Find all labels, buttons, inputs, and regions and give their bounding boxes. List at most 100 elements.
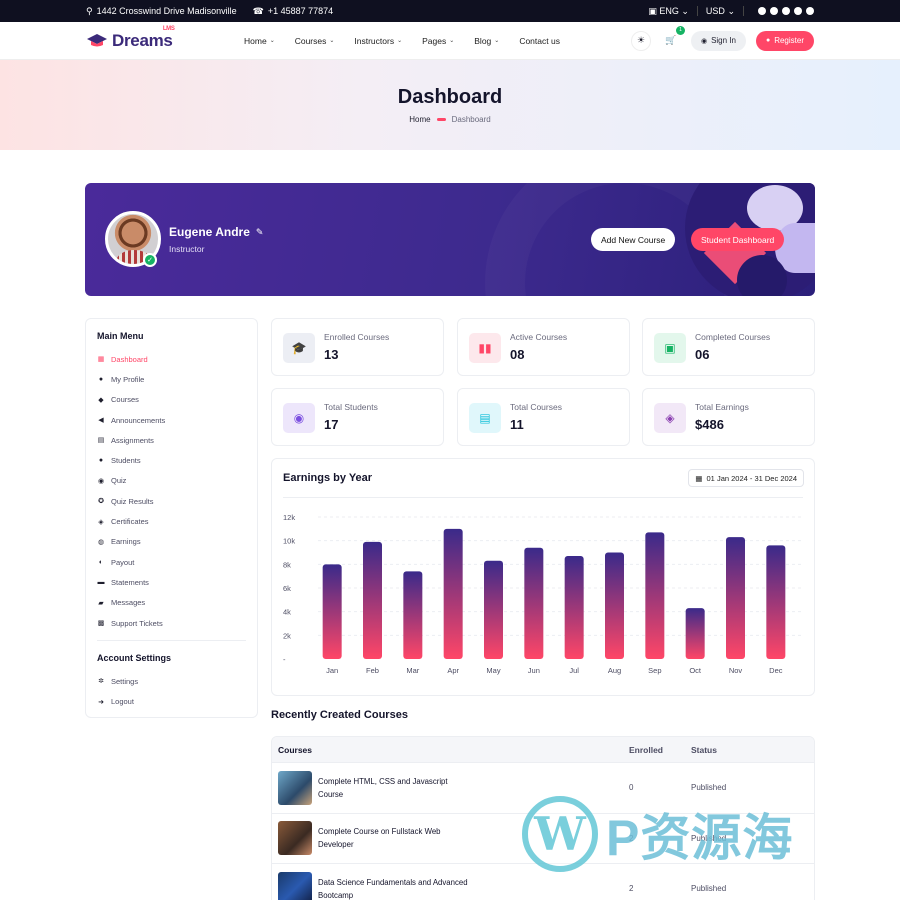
bar-apr[interactable]	[443, 528, 463, 659]
sidebar-item-quiz[interactable]: ◉ Quiz	[97, 471, 246, 491]
x-tick-label: Sep	[648, 666, 661, 675]
chevron-down-icon: ⌄	[449, 38, 455, 44]
y-tick-label: -	[283, 655, 286, 664]
sidebar-item-announcements[interactable]: ◀ Announcements	[97, 410, 246, 430]
sidebar-item-settings[interactable]: ✲ Settings	[97, 671, 246, 691]
bar-sep[interactable]	[645, 532, 665, 659]
sidebar-item-courses[interactable]: ◆ Courses	[97, 390, 246, 410]
wordpress-logo-icon: W	[522, 796, 598, 872]
sidebar-item-my-profile[interactable]: ● My Profile	[97, 369, 246, 389]
stat-value: 08	[510, 347, 525, 362]
sidebar-item-label: Support Tickets	[111, 618, 163, 628]
book-open-icon: ▮▮	[469, 333, 501, 363]
bar-mar[interactable]	[403, 571, 423, 659]
course-name[interactable]: Complete Course on Fullstack Web Develop…	[318, 825, 468, 851]
sidebar-item-assignments[interactable]: ▤ Assignments	[97, 430, 246, 450]
y-tick-label: 2k	[283, 631, 291, 640]
bar-nov[interactable]	[726, 537, 745, 659]
sidebar-item-support-tickets[interactable]: ▩ Support Tickets	[97, 613, 246, 633]
register-button[interactable]: ● Register	[755, 30, 814, 51]
sidebar-item-label: Logout	[111, 697, 134, 707]
x-tick-label: Oct	[689, 666, 702, 675]
sidebar-item-label: Certificates	[111, 517, 149, 527]
phone-info[interactable]: ☎ +1 45887 77874	[253, 6, 334, 17]
x-twitter-icon[interactable]	[782, 7, 790, 15]
stat-card-total-courses: ▤ Total Courses 11	[457, 388, 630, 446]
bar-jul[interactable]	[564, 556, 584, 659]
rocket-icon: ◆	[98, 396, 104, 404]
currency-selector[interactable]: USD ⌄	[706, 6, 735, 17]
stat-card-enrolled-courses: 🎓 Enrolled Courses 13	[271, 318, 444, 376]
chevron-down-icon: ⌄	[494, 38, 500, 44]
stat-card-completed-courses: ▣ Completed Courses 06	[642, 318, 815, 376]
status-text: Published	[691, 884, 727, 894]
youtube-icon[interactable]	[794, 7, 802, 15]
bar-feb[interactable]	[363, 541, 382, 659]
sidebar-item-payout[interactable]: ◐ Payout	[97, 552, 246, 572]
facebook-icon[interactable]	[758, 7, 766, 15]
megaphone-icon: ◀	[98, 417, 104, 425]
course-thumbnail[interactable]	[278, 821, 312, 856]
sidebar-item-statements[interactable]: ▬ Statements	[97, 572, 246, 592]
bar-oct[interactable]	[685, 608, 705, 659]
sign-in-button[interactable]: ◉ Sign In	[690, 30, 746, 51]
student-dashboard-button[interactable]: Student Dashboard	[691, 228, 785, 251]
stat-label: Active Courses	[510, 332, 568, 342]
profile-name-text: Eugene Andre	[169, 225, 250, 239]
sidebar-item-earnings[interactable]: ◍ Earnings	[97, 532, 246, 552]
nav-item-home[interactable]: Home ⌄	[244, 36, 275, 46]
nav-item-contact-us[interactable]: Contact us	[519, 36, 560, 46]
y-tick-label: 8k	[283, 560, 291, 569]
linkedin-icon[interactable]	[806, 7, 814, 15]
theme-toggle-button[interactable]: ☀	[630, 30, 651, 51]
user-plus-icon: ●	[765, 37, 771, 44]
nav-item-pages[interactable]: Pages ⌄	[422, 36, 454, 46]
y-tick-label: 6k	[283, 584, 291, 593]
nav-item-instructors[interactable]: Instructors ⌄	[354, 36, 402, 46]
sidebar-item-quiz-results[interactable]: ✪ Quiz Results	[97, 491, 246, 511]
sidebar-item-label: Quiz	[111, 476, 127, 486]
sidebar-item-messages[interactable]: ▰ Messages	[97, 593, 246, 613]
sidebar-item-logout[interactable]: ➜ Logout	[97, 691, 246, 711]
course-name[interactable]: Complete HTML, CSS and Javascript Course	[318, 775, 468, 801]
nav-item-blog[interactable]: Blog ⌄	[474, 36, 499, 46]
bar-may[interactable]	[484, 560, 503, 659]
divider	[283, 497, 803, 498]
medal-icon: ◉	[97, 477, 105, 485]
nav-label: Contact us	[519, 35, 560, 46]
earnings-icon: ◈	[654, 403, 686, 433]
sidebar-item-label: Messages	[111, 598, 146, 608]
bar-jan[interactable]	[322, 564, 342, 659]
x-tick-label: Aug	[608, 666, 621, 675]
sign-in-label: Sign In	[711, 36, 736, 45]
sidebar-item-students[interactable]: ● Students	[97, 450, 246, 470]
breadcrumb-home[interactable]: Home	[409, 115, 430, 124]
graduation-cap-logo-icon	[87, 33, 107, 46]
verified-check-icon: ✓	[143, 253, 157, 267]
y-tick-label: 4k	[283, 608, 291, 617]
nav-item-courses[interactable]: Courses ⌄	[295, 36, 335, 46]
payout-icon: ◐	[98, 558, 104, 566]
language-selector[interactable]: ▣ ENG ⌄	[648, 6, 689, 17]
chevron-down-icon: ⌄	[269, 38, 275, 44]
logo[interactable]: Dreams LMS	[86, 26, 236, 51]
nav-label: Home	[244, 35, 267, 46]
sidebar-item-certificates[interactable]: ◈ Certificates	[97, 511, 246, 531]
instagram-icon[interactable]	[770, 7, 778, 15]
cart-button[interactable]: 🛒 1	[661, 25, 685, 51]
stat-label: Total Courses	[510, 402, 562, 412]
bar-jun[interactable]	[524, 547, 544, 659]
add-new-course-button[interactable]: Add New Course	[591, 228, 676, 251]
sidebar-item-dashboard[interactable]: ▦ Dashboard	[97, 349, 246, 369]
course-thumbnail[interactable]	[278, 770, 312, 805]
course-thumbnail[interactable]	[278, 871, 312, 900]
edit-pencil-icon[interactable]: ✎	[256, 227, 264, 238]
x-tick-label: Feb	[366, 666, 379, 675]
bar-dec[interactable]	[766, 545, 786, 659]
x-tick-label: Mar	[406, 666, 419, 675]
bar-aug[interactable]	[605, 552, 624, 660]
date-range-picker[interactable]: ▦ 01 Jan 2024 - 31 Dec 2024	[688, 469, 804, 487]
course-name[interactable]: Data Science Fundamentals and Advanced B…	[318, 876, 468, 900]
x-tick-label: Apr	[447, 666, 459, 675]
sidebar-item-label: Dashboard	[111, 354, 148, 364]
